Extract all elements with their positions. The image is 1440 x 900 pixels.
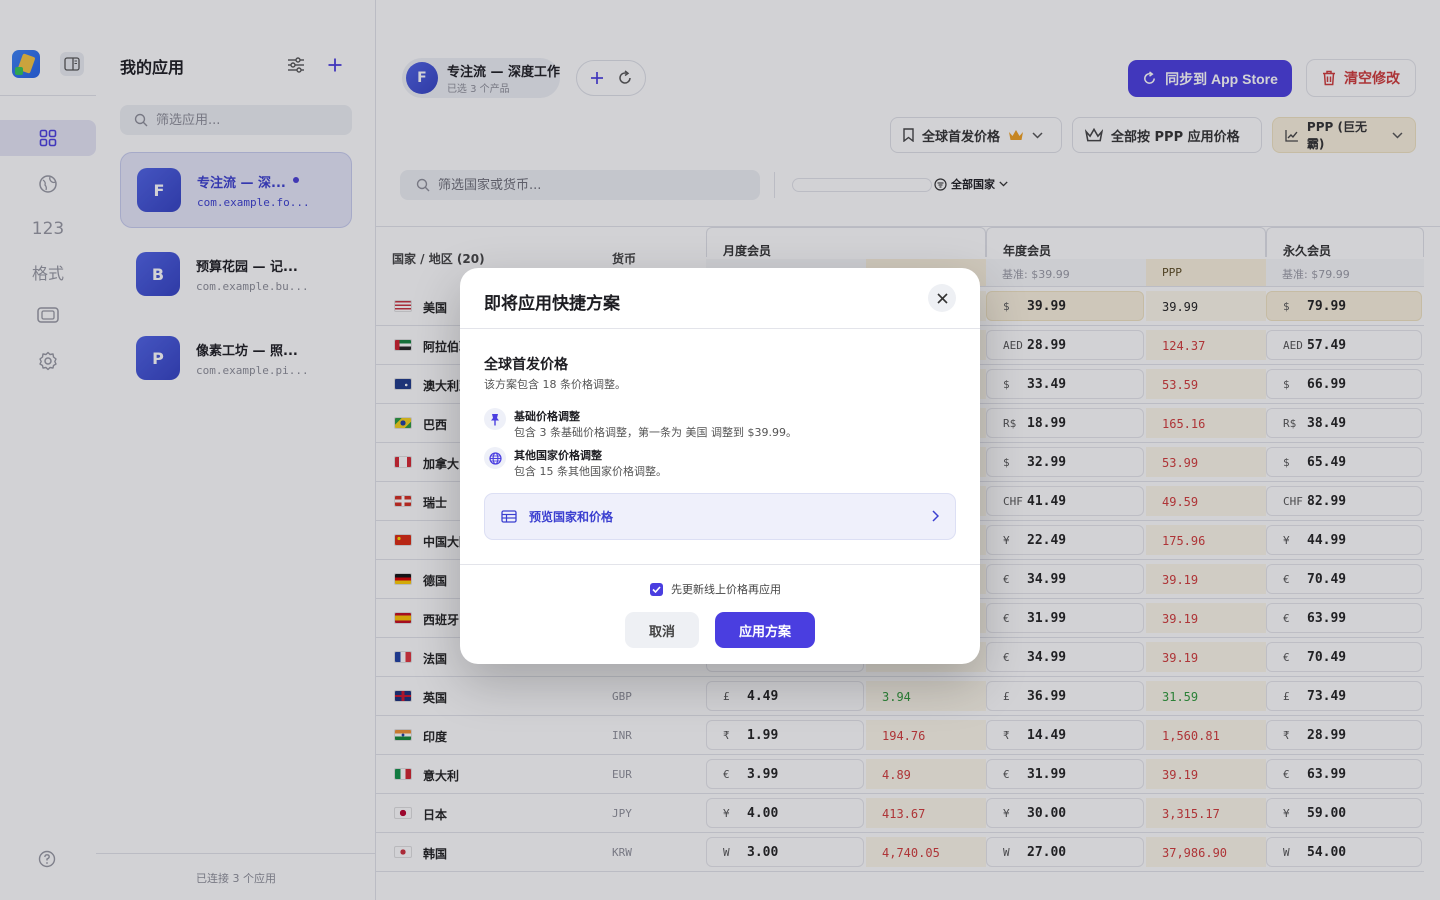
update-live-prices-checkbox[interactable]: 先更新线上价格再应用	[650, 581, 781, 597]
dialog-title: 即将应用快捷方案	[484, 294, 620, 314]
checkbox-label: 先更新线上价格再应用	[671, 583, 781, 596]
table-icon	[501, 510, 517, 523]
close-icon	[936, 292, 948, 304]
base-adjust-desc: 包含 3 条基础价格调整，第一条为 美国 调整到 $39.99。	[514, 426, 797, 439]
other-adjust-desc: 包含 15 条其他国家价格调整。	[514, 465, 667, 478]
base-adjust-title: 基础价格调整	[514, 410, 580, 423]
globe-icon	[484, 447, 506, 469]
pin-icon	[484, 408, 506, 430]
apply-plan-dialog: 即将应用快捷方案 全球首发价格 该方案包含 18 条价格调整。 基础价格调整 包…	[460, 268, 980, 664]
chevron-right-icon	[932, 510, 939, 522]
checkbox-checked-icon	[650, 582, 663, 596]
other-adjust-title: 其他国家价格调整	[514, 449, 602, 462]
dialog-close-button[interactable]	[928, 284, 956, 312]
plan-description: 该方案包含 18 条价格调整。	[484, 378, 626, 391]
preview-countries-button[interactable]: 预览国家和价格	[484, 493, 956, 540]
plan-title: 全球首发价格	[484, 357, 568, 373]
apply-plan-button[interactable]: 应用方案	[715, 612, 815, 648]
preview-label: 预览国家和价格	[529, 510, 614, 524]
cancel-button[interactable]: 取消	[625, 612, 699, 648]
